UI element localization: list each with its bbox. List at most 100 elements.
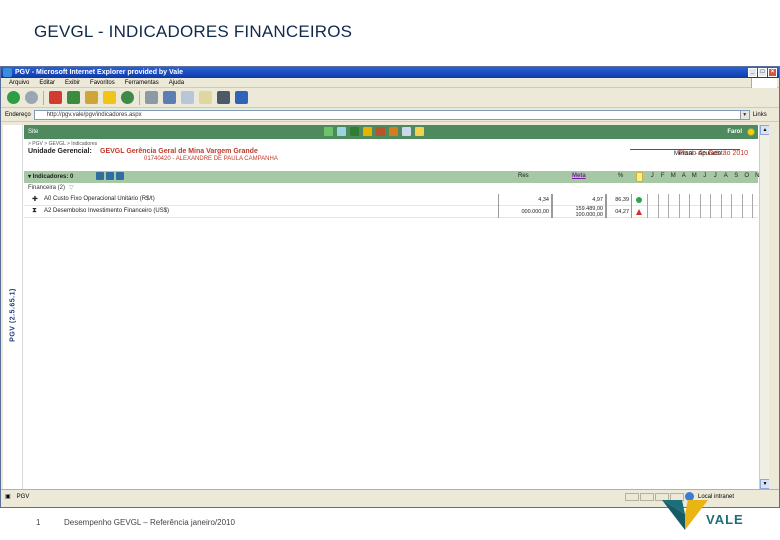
menu-file[interactable]: Arquivo: [9, 78, 29, 87]
result-cell: 4,34: [498, 194, 552, 206]
indicators-header: ▾ Indicadores: 0 Res Meta % J F M A M J …: [24, 171, 769, 183]
toolbar-divider: [139, 90, 140, 105]
meta-cell: 4,97: [552, 194, 606, 206]
filter-icon[interactable]: ▽: [69, 185, 74, 191]
stop-icon[interactable]: [49, 91, 62, 104]
month-col: J: [650, 173, 654, 179]
month-col: A: [681, 173, 686, 179]
percent-cell: 86,39: [606, 194, 632, 206]
selected-month-marker[interactable]: [636, 172, 643, 182]
warning-icon[interactable]: [363, 127, 372, 136]
unit-manager: 01740420 - ALEXANDRE DE PAULA CAMPANHA: [144, 156, 278, 162]
address-input[interactable]: http://pgv.vale/pgv/indicadores.aspx ▼: [33, 109, 750, 120]
unit-name: GEVGL Gerência Geral de Mina Vargem Gran…: [100, 148, 258, 155]
window-titlebar: PGV - Microsoft Internet Explorer provid…: [1, 67, 779, 78]
cut-icon[interactable]: [163, 91, 176, 104]
table-row[interactable]: ✚ A0 Custo Fixo Operacional Unitário (R$…: [24, 194, 769, 206]
month-cells: [647, 206, 769, 218]
slide-number: 1: [36, 518, 41, 527]
mensal-divider: [630, 149, 740, 150]
scroll-down-icon[interactable]: ▼: [760, 479, 769, 489]
month-columns: J F M A M J J A S O N D: [647, 173, 769, 179]
close-button[interactable]: ×: [768, 68, 777, 77]
report-icon[interactable]: [402, 127, 411, 136]
window-title: PGV - Microsoft Internet Explorer provid…: [15, 69, 184, 76]
copy-icon[interactable]: [181, 91, 194, 104]
bluetooth-icon[interactable]: [235, 91, 248, 104]
menu-bar: Arquivo Editar Exibir Favoritos Ferramen…: [1, 78, 779, 88]
research-icon[interactable]: [217, 91, 230, 104]
address-bar: Endereço http://pgv.vale/pgv/indicadores…: [1, 108, 779, 122]
minimize-button[interactable]: _: [748, 68, 757, 77]
document-icon[interactable]: [415, 127, 424, 136]
refresh-icon[interactable]: [67, 91, 80, 104]
vertical-scrollbar[interactable]: ▲ ▼: [759, 125, 769, 489]
page-content: PGV (2.5.65.1) Site Farol > PGV > GEVGL …: [3, 125, 769, 489]
scroll-up-icon[interactable]: ▲: [760, 125, 769, 135]
people-icon[interactable]: [389, 127, 398, 136]
windows-logo-icon: [751, 78, 777, 88]
column-res: Res: [518, 173, 529, 179]
plus-icon[interactable]: [337, 127, 346, 136]
meta-cell: 159.489,00 100.000,00: [552, 206, 606, 218]
farol-label: Farol: [727, 129, 742, 135]
ie-icon: [3, 68, 12, 77]
table-row[interactable]: ⧗ A2 Desembolso Investimento Financeiro …: [24, 206, 769, 218]
menu-edit[interactable]: Editar: [39, 78, 55, 87]
links-label[interactable]: Links: [753, 112, 767, 118]
paste-icon[interactable]: [199, 91, 212, 104]
breadcrumb[interactable]: > PGV > GEVGL > Indicadores: [24, 139, 758, 147]
status-text: PGV: [16, 493, 30, 500]
mensal-apurado-label[interactable]: Mensal - Apurado: [674, 151, 721, 157]
page-icon: ▣: [5, 494, 11, 500]
unit-label: Unidade Gerencial:: [28, 148, 92, 155]
group-financeira[interactable]: Financeira (2) ▽: [24, 183, 758, 194]
indicator-name[interactable]: A2 Desembolso Investimento Financeiro (U…: [44, 208, 169, 214]
favorites-star-icon[interactable]: [103, 91, 116, 104]
farol-icon[interactable]: [747, 128, 755, 136]
status-green-icon: [636, 197, 642, 203]
result-cell: 000.000,00: [498, 206, 552, 218]
browser-toolbar: [1, 88, 779, 108]
column-percent: %: [618, 173, 624, 179]
month-col: S: [734, 173, 739, 179]
menu-help[interactable]: Ajuda: [169, 78, 184, 87]
app-toolbar-icons: [324, 127, 424, 136]
check-icon[interactable]: [350, 127, 359, 136]
address-label: Endereço: [5, 111, 31, 118]
back-icon[interactable]: [7, 91, 20, 104]
month-col: O: [744, 173, 750, 179]
indicators-count[interactable]: ▾ Indicadores: 0: [28, 173, 73, 180]
month-col: J: [703, 173, 707, 179]
expand-icon[interactable]: ✚: [32, 195, 38, 203]
toolbar-divider: [43, 90, 44, 105]
menu-view[interactable]: Exibir: [65, 78, 80, 87]
filter-icon[interactable]: [96, 172, 104, 180]
month-col: A: [723, 173, 728, 179]
print-icon[interactable]: [145, 91, 158, 104]
menu-tools[interactable]: Ferramentas: [125, 78, 159, 87]
month-col: F: [660, 173, 665, 179]
address-dropdown-icon[interactable]: ▼: [739, 110, 749, 119]
pgv-app: Site Farol > PGV > GEVGL > Indicadores U…: [24, 125, 769, 489]
vale-logo-text: VALE: [706, 512, 744, 527]
export-icon[interactable]: [106, 172, 114, 180]
hourglass-icon[interactable]: ⧗: [32, 207, 37, 215]
site-label[interactable]: Site: [28, 129, 38, 135]
people-icon[interactable]: [116, 172, 124, 180]
indicator-name[interactable]: A0 Custo Fixo Operacional Unitário (R$/t…: [44, 196, 155, 202]
vale-logo-icon: [662, 500, 708, 530]
slide: GEVGL - INDICADORES FINANCEIROS PGV - Mi…: [0, 0, 780, 540]
maximize-button[interactable]: □: [758, 68, 767, 77]
month-cells: [647, 194, 769, 206]
forward-icon[interactable]: [25, 91, 38, 104]
app-header-bar: Site Farol: [24, 125, 758, 139]
menu-favorites[interactable]: Favoritos: [90, 78, 115, 87]
home-icon[interactable]: [85, 91, 98, 104]
side-version-label: PGV (2.5.65.1): [3, 125, 23, 489]
chart-icon[interactable]: [376, 127, 385, 136]
column-meta[interactable]: Meta: [572, 173, 586, 179]
history-icon[interactable]: [121, 91, 134, 104]
tree-icon[interactable]: [324, 127, 333, 136]
status-red-icon: [636, 209, 642, 215]
